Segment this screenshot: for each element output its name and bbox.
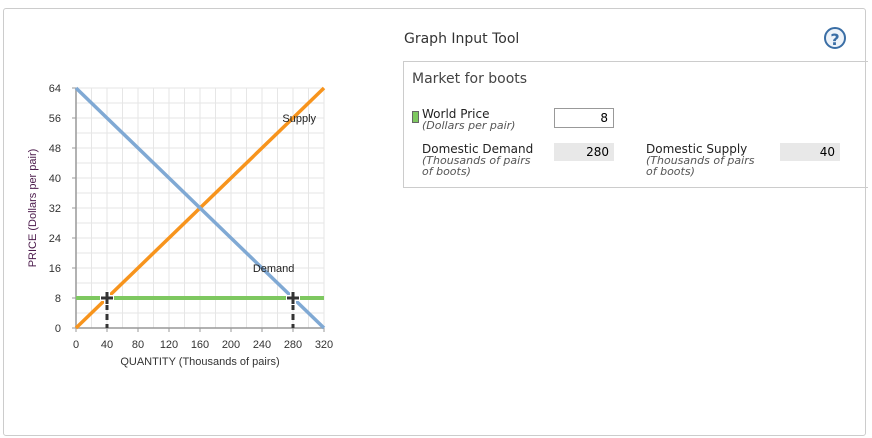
y-axis-label: PRICE (Dollars per pair) (27, 149, 39, 268)
y-tick-label: 56 (49, 113, 61, 125)
help-button[interactable]: ? (824, 27, 846, 49)
y-tick-label: 16 (49, 263, 61, 275)
y-tick-label: 24 (49, 233, 61, 245)
y-tick-label: 64 (49, 83, 61, 95)
x-tick-label: 120 (160, 339, 178, 351)
domestic-demand-label: Domestic Demand (Thousands of pairs of boo… (422, 142, 534, 178)
domestic-demand-value: 280 (554, 143, 614, 161)
x-tick-label: 0 (73, 339, 79, 351)
world-price-input[interactable] (554, 108, 614, 128)
y-tick-label: 40 (49, 173, 61, 185)
world-price-label: World Price (Dollars per pair) (422, 107, 516, 132)
x-tick-label: 160 (191, 339, 209, 351)
panel-title: Market for boots (412, 71, 528, 87)
x-tick-label: 200 (222, 339, 240, 351)
x-tick-label: 80 (132, 339, 144, 351)
y-tick-label: 32 (49, 203, 61, 215)
tool-title: Graph Input Tool (404, 31, 520, 47)
series-label: Demand (253, 263, 295, 275)
x-tick-label: 280 (284, 339, 302, 351)
world-price-swatch (412, 111, 419, 123)
domestic-supply-value: 40 (780, 143, 840, 161)
x-tick-label: 320 (315, 339, 333, 351)
y-tick-label: 48 (49, 143, 61, 155)
series-label: Supply (282, 113, 316, 125)
domestic-supply-label: Domestic Supply (Thousands of pairs of boo… (646, 142, 755, 178)
x-tick-label: 40 (101, 339, 113, 351)
y-tick-label: 8 (55, 293, 61, 305)
x-axis-label: QUANTITY (Thousands of pairs) (120, 356, 279, 368)
y-tick-label: 0 (55, 323, 61, 335)
x-tick-label: 240 (253, 339, 271, 351)
